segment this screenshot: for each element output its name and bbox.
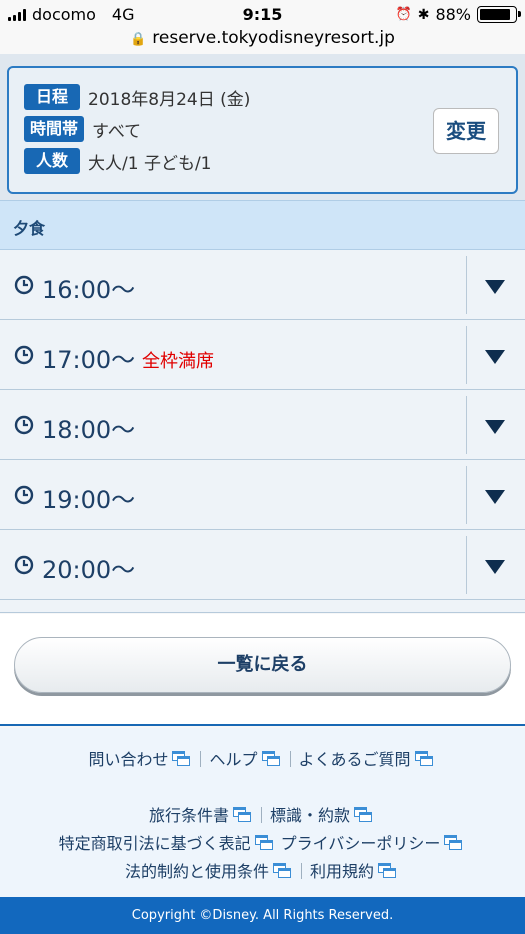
people-tag: 人数 (24, 148, 80, 174)
expand-button[interactable] (467, 250, 525, 320)
contact-link[interactable]: 問い合わせ (88, 750, 168, 769)
new-window-icon (354, 807, 373, 823)
alarm-icon: ⏰ (395, 7, 412, 22)
new-window-icon (172, 751, 191, 767)
people-row: 人数 大人/1 子ども/1 (24, 148, 212, 174)
date-row: 日程 2018年8月24日 (金) (24, 84, 250, 110)
time-slot-label: 16:00～ (42, 276, 136, 304)
battery-icon (477, 6, 521, 23)
section-header: 夕食 (0, 200, 525, 250)
date-tag: 日程 (24, 84, 80, 110)
commercial-law-link[interactable]: 特定商取引法に基づく表記 (59, 834, 251, 853)
copyright: Copyright ©Disney. All Rights Reserved. (0, 897, 525, 934)
timeslot-row: 時間帯 すべて (24, 116, 141, 142)
footer-links-row: 法的制約と使用条件 利用規約 (0, 858, 525, 882)
date-value: 2018年8月24日 (金) (88, 89, 251, 110)
footer-links-row: 特定商取引法に基づく表記 プライバシーポリシー (0, 830, 525, 854)
time-slot-row[interactable]: 18:00～ (0, 390, 525, 460)
time-slot-list: 16:00～ 17:00～ 全枠満席 18:00～ 19:00～ 20:00～ (0, 250, 525, 600)
time-slot-row[interactable]: 19:00～ (0, 460, 525, 530)
new-window-icon (254, 835, 273, 851)
expand-button[interactable] (467, 390, 525, 460)
triangle-down-icon (485, 350, 505, 364)
triangle-down-icon (485, 420, 505, 434)
lock-icon: 🔒 (130, 32, 147, 47)
faq-link[interactable]: よくあるご質問 (299, 750, 411, 769)
expand-button[interactable] (467, 320, 525, 390)
bluetooth-icon: ✱ (417, 6, 430, 23)
triangle-down-icon (485, 280, 505, 294)
time-slot-label: 19:00～ (42, 486, 136, 514)
separator (200, 751, 202, 767)
back-area: 一覧に戻る (0, 614, 525, 726)
address-bar[interactable]: 🔒 reserve.tokyodisneyresort.jp (0, 28, 525, 54)
timeslot-value: すべて (92, 121, 142, 142)
help-link[interactable]: ヘルプ (209, 750, 257, 769)
clock-icon (14, 415, 34, 435)
separator (301, 863, 302, 879)
clock-icon (14, 555, 34, 575)
expand-button[interactable] (467, 530, 525, 600)
url-text: reserve.tokyodisneyresort.jp (152, 28, 395, 48)
sold-out-label: 全枠満席 (142, 351, 214, 372)
triangle-down-icon (485, 560, 505, 574)
change-button[interactable]: 変更 (433, 108, 499, 154)
footer-links-row: 旅行条件書 標識・約款 (0, 802, 525, 826)
time-slot-label: 20:00～ (42, 556, 136, 584)
notices-link[interactable]: 標識・約款 (270, 806, 350, 825)
legal-terms-link[interactable]: 法的制約と使用条件 (125, 862, 269, 881)
time-slot-label: 18:00～ (42, 416, 136, 444)
new-window-icon (233, 807, 251, 823)
list-bottom (0, 600, 525, 613)
new-window-icon (444, 835, 463, 851)
expand-button[interactable] (467, 460, 525, 530)
time-slot-label: 17:00～ (42, 346, 136, 374)
back-to-list-button[interactable]: 一覧に戻る (14, 637, 511, 693)
new-window-icon (261, 751, 280, 767)
new-window-icon (378, 863, 397, 879)
travel-terms-link[interactable]: 旅行条件書 (149, 806, 229, 825)
status-bar: docomo 4G 9:15 ⏰ ✱ 88% (0, 0, 525, 28)
time-slot-row[interactable]: 17:00～ 全枠満席 (0, 320, 525, 390)
terms-of-use-link[interactable]: 利用規約 (310, 862, 374, 881)
search-summary: 日程 2018年8月24日 (金) 時間帯 すべて 人数 大人/1 子ども/1 … (7, 66, 518, 194)
footer: 問い合わせ ヘルプ よくあるご質問 旅行条件書 標識・約款 特定商取引法に基づく表記 プ… (0, 728, 525, 897)
clock-icon (14, 485, 34, 505)
new-window-icon (414, 751, 433, 767)
new-window-icon (273, 863, 291, 879)
people-value: 大人/1 子ども/1 (88, 153, 212, 174)
privacy-policy-link[interactable]: プライバシーポリシー (281, 834, 441, 853)
clock-icon (14, 275, 34, 295)
clock-icon (14, 345, 34, 365)
time-slot-row[interactable]: 16:00～ (0, 250, 525, 320)
battery-percent: 88% (435, 5, 471, 24)
search-summary-area: 日程 2018年8月24日 (金) 時間帯 すべて 人数 大人/1 子ども/1 … (0, 54, 525, 200)
time-slot-row[interactable]: 20:00～ (0, 530, 525, 600)
footer-links-row: 問い合わせ ヘルプ よくあるご質問 (0, 746, 525, 770)
triangle-down-icon (485, 490, 505, 504)
separator (261, 807, 262, 823)
timeslot-tag: 時間帯 (24, 116, 85, 142)
section-title: 夕食 (13, 219, 46, 238)
separator (289, 751, 291, 767)
